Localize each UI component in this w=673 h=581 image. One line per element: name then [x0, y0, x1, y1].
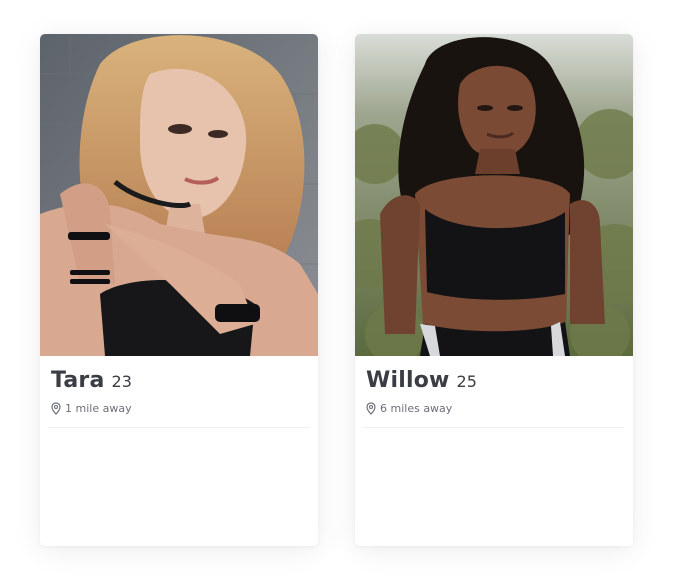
divider: [363, 427, 625, 428]
profile-distance: 6 miles away: [380, 401, 453, 415]
profile-card-willow[interactable]: Willow 25 6 miles away: [355, 34, 633, 546]
profile-age: 25: [456, 372, 477, 391]
profile-photo: [40, 34, 318, 356]
map-pin-icon: [366, 401, 376, 415]
name-age-row: Tara 23: [51, 368, 307, 398]
profile-card-tara[interactable]: Tara 23 1 mile away: [40, 34, 318, 546]
distance-row: 1 mile away: [51, 400, 307, 416]
distance-row: 6 miles away: [366, 400, 622, 416]
map-pin-icon: [51, 401, 61, 415]
name-age-row: Willow 25: [366, 368, 622, 398]
profile-name: Tara: [51, 368, 105, 393]
profile-name: Willow: [366, 368, 450, 393]
profile-photo: [355, 34, 633, 356]
divider: [48, 427, 310, 428]
profile-info: Tara 23 1 mile away: [40, 356, 318, 416]
profile-info: Willow 25 6 miles away: [355, 356, 633, 416]
profile-distance: 1 mile away: [65, 401, 132, 415]
profile-age: 23: [111, 372, 132, 391]
